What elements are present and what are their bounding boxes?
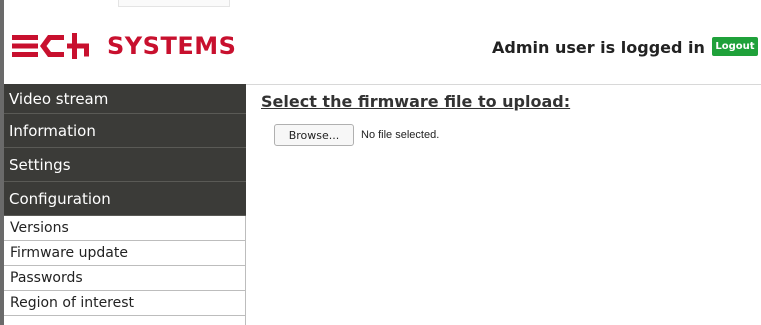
page-header: SYSTEMS Admin user is logged in Logout [4,10,761,85]
logo-text: SYSTEMS [107,32,237,60]
subitem-firmware-update[interactable]: Firmware update [4,241,246,266]
brand-logo: SYSTEMS [12,32,236,60]
sidebar-item-configuration[interactable]: Configuration [4,182,246,216]
login-status-message: Admin user is logged in [492,38,705,57]
subitem-versions[interactable]: Versions [4,216,246,241]
browser-tab-edge [118,0,230,7]
page-title: Select the firmware file to upload: [261,92,571,111]
sidebar-filler [4,316,246,325]
sidebar-item-information[interactable]: Information [4,114,246,148]
sidebar-item-settings[interactable]: Settings [4,148,246,182]
sidebar-nav: Video stream Information Settings Config… [4,84,246,325]
subitem-passwords[interactable]: Passwords [4,266,246,291]
browse-button[interactable]: Browse... [274,124,354,146]
sidebar-item-video-stream[interactable]: Video stream [4,84,246,114]
eci-logo-icon [12,33,89,59]
subitem-region-of-interest[interactable]: Region of interest [4,291,246,316]
file-status-text: No file selected. [361,129,440,141]
logout-button[interactable]: Logout [712,37,758,56]
